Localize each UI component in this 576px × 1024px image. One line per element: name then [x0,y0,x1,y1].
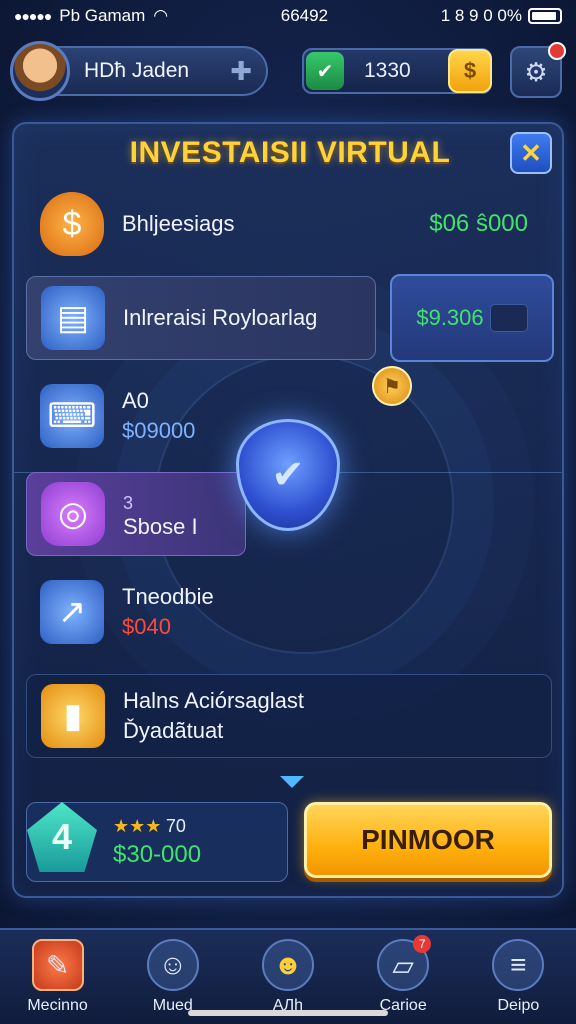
tab-alh[interactable]: ☻ AЛh [238,939,338,1015]
currency-display: ✔ 1330 $ [302,48,492,94]
investment-panel: INVESTAISII VIRTUAL ✕ $ Bhljeesiags $06 … [12,122,564,898]
level-number: 4 [51,816,73,857]
shield-check-icon: ✔ [306,52,344,90]
close-icon: ✕ [520,137,542,168]
book-icon: ▤ [41,286,105,350]
item-label: Tneodbie [122,584,214,609]
tab-label: Mued [152,997,193,1014]
avatar[interactable] [10,41,70,101]
wallet-icon [489,304,528,332]
wifi-icon: ◠ [153,6,169,25]
plus-icon[interactable]: ✚ [230,56,252,87]
tab-deipo[interactable]: ≡ Deipo [468,939,568,1015]
value-card[interactable]: $9.306 [390,274,554,362]
shield-dollar-icon: $ [40,192,104,256]
level-value: $30-000 [113,840,202,868]
item-value: $09000 [122,418,196,443]
stars-rating: ★★★ [113,815,162,836]
item-label: Halns Aciórsaglast [123,688,304,713]
computer-icon: ⌨ [40,384,104,448]
item-value: $9.306 [416,305,484,330]
folder-chart-icon: ▮ [41,684,105,748]
profile-card[interactable]: HDħ Jaden ✚ [10,41,268,101]
carrier-name: Pb Gamam [59,6,146,25]
status-bar: ●●●●● Pb Gamam ◠ 66492 1 8 9 0 0% [0,0,576,32]
dial-icon: ◎ [41,482,105,546]
home-indicator[interactable] [188,1010,388,1016]
dollar-coin-icon[interactable]: $ [448,49,492,93]
tab-label: Mecinno [27,997,88,1014]
stars-text: 70 [165,815,186,836]
item-value: $040 [122,614,171,639]
chart-arrow-icon: ↗ [40,580,104,644]
item-label: Sbose I [123,513,198,539]
tab-label: Deipo [497,997,540,1014]
player-name: HDħ Jaden [84,59,190,82]
item-label: Inlreraisi Royloarlag [123,305,318,330]
clock: 66492 [280,6,329,25]
gear-icon: ⚙ [524,56,548,87]
list-item[interactable]: ◎ 3 Sbose I [26,472,246,556]
user-icon: ☺ [146,939,199,991]
close-button[interactable]: ✕ [510,132,552,174]
note-icon: ▱ [377,935,432,991]
item-label: A0 [122,388,149,413]
pen-icon: ✎ [31,939,84,991]
top-bar: HDħ Jaden ✚ ✔ 1330 $ ⚙ [0,40,576,104]
settings-button[interactable]: ⚙ [510,42,566,98]
list-item[interactable]: ↗ Tneodbie $040 [26,570,552,654]
panel-title: INVESTAISII VIRTUAL [129,136,451,169]
gold-badge-icon: ⚑ [372,366,412,406]
tab-mued[interactable]: ☺ Mued [123,939,223,1015]
tab-mecinno[interactable]: ✎ Mecinno [8,939,108,1015]
notification-badge [548,42,566,60]
currency-value: 1330 [364,59,411,82]
primary-action-button[interactable]: PINMOOR [304,802,552,878]
item-label: Bhljeesiags [122,211,235,236]
battery-text: 1 8 9 0 0% [440,6,522,25]
item-badge: 3 [123,492,134,513]
list-item[interactable]: ▮ Halns Aciórsaglast Ďyadãtuat [26,674,552,758]
tab-carioe[interactable]: ▱ Carioe [353,935,453,1015]
list-item[interactable]: ▤ Inlreraisi Royloarlag [26,276,376,360]
item-sub: Ďyadãtuat [123,718,224,743]
menu-icon: ≡ [492,939,545,991]
level-card[interactable]: 4 ★★★ 70 $30-000 [26,802,288,882]
level-badge-icon: 4 [27,802,97,872]
list-item[interactable]: $ Bhljeesiags $06 ŝ000 [26,182,552,266]
signal-icon: ●●●●● [14,8,52,24]
chevron-down-icon [280,776,304,788]
battery-icon [527,8,562,24]
item-value: $06 ŝ000 [429,210,528,237]
smile-icon: ☻ [261,939,314,991]
